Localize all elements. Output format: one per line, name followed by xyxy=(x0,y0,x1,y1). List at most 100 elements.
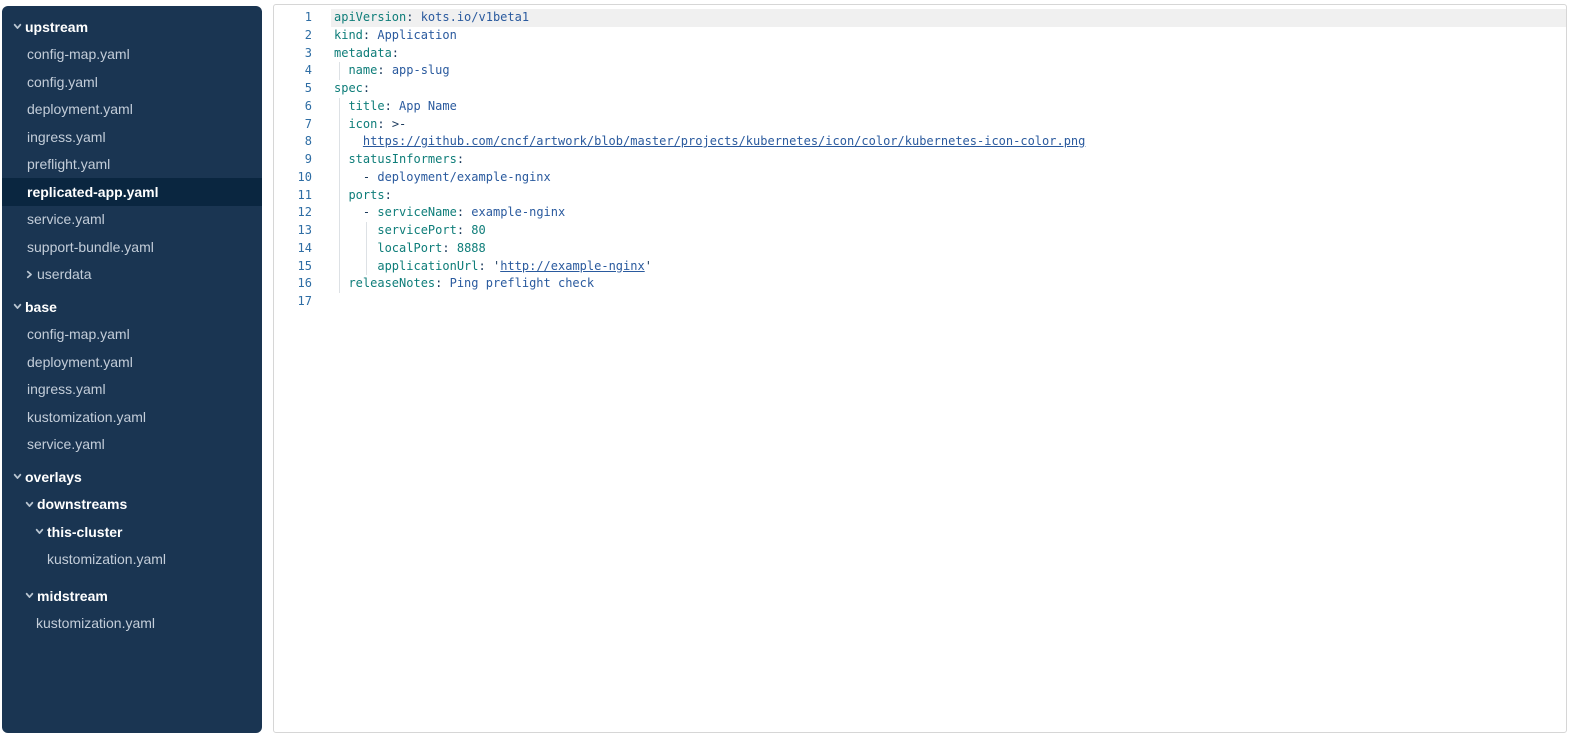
sidebar-item-midstream[interactable]: midstream xyxy=(2,582,262,610)
sidebar-item-deployment-yaml[interactable]: deployment.yaml xyxy=(2,96,262,124)
yaml-punctuation xyxy=(334,117,348,131)
file-label: service.yaml xyxy=(27,211,105,227)
yaml-punctuation: ' xyxy=(645,259,652,273)
code-content: title: App Name xyxy=(331,98,1566,116)
sidebar-item-kustomization-yaml[interactable]: kustomization.yaml xyxy=(2,403,262,431)
sidebar-item-ingress-yaml[interactable]: ingress.yaml xyxy=(2,123,262,151)
file-label: config-map.yaml xyxy=(27,46,130,62)
code-line[interactable]: 14 localPort: 8888 xyxy=(274,240,1566,258)
folder-label: downstreams xyxy=(37,496,127,512)
code-line[interactable]: 2kind: Application xyxy=(274,27,1566,45)
code-editor[interactable]: 1apiVersion: kots.io/v1beta12kind: Appli… xyxy=(273,4,1567,733)
code-line[interactable]: 5spec: xyxy=(274,80,1566,98)
url-link[interactable]: http://example-nginx xyxy=(500,259,645,273)
indent-guide xyxy=(366,240,367,258)
sidebar-item-kustomization-yaml[interactable]: kustomization.yaml xyxy=(2,610,262,638)
indent-guide xyxy=(339,258,340,276)
yaml-punctuation: - xyxy=(334,170,377,184)
sidebar-item-config-map-yaml[interactable]: config-map.yaml xyxy=(2,41,262,69)
code-content: metadata: xyxy=(331,45,1566,63)
yaml-key: releaseNotes xyxy=(348,276,435,290)
code-line[interactable]: 1apiVersion: kots.io/v1beta1 xyxy=(274,9,1566,27)
yaml-punctuation: : xyxy=(377,117,391,131)
yaml-value: example-nginx xyxy=(471,205,565,219)
chevron-down-icon[interactable] xyxy=(12,301,25,312)
indent-guide xyxy=(339,62,340,80)
sidebar-item-ingress-yaml[interactable]: ingress.yaml xyxy=(2,376,262,404)
code-line[interactable]: 8 https://github.com/cncf/artwork/blob/m… xyxy=(274,133,1566,151)
yaml-punctuation xyxy=(334,259,377,273)
yaml-key: ports xyxy=(348,188,384,202)
sidebar-item-base[interactable]: base xyxy=(2,293,262,321)
code-content: servicePort: 80 xyxy=(331,222,1566,240)
sidebar-item-deployment-yaml[interactable]: deployment.yaml xyxy=(2,348,262,376)
code-line[interactable]: 12 - serviceName: example-nginx xyxy=(274,204,1566,222)
line-number: 4 xyxy=(274,62,331,80)
file-label: ingress.yaml xyxy=(27,129,106,145)
code-content: statusInformers: xyxy=(331,151,1566,169)
line-number: 15 xyxy=(274,258,331,276)
sidebar-item-replicated-app-yaml[interactable]: replicated-app.yaml xyxy=(2,178,262,206)
file-label: service.yaml xyxy=(27,436,105,452)
code-line[interactable]: 15 applicationUrl: 'http://example-nginx… xyxy=(274,258,1566,276)
code-line[interactable]: 10 - deployment/example-nginx xyxy=(274,169,1566,187)
yaml-value: kots.io/v1beta1 xyxy=(421,10,529,24)
indent-guide xyxy=(366,258,367,276)
yaml-punctuation: : xyxy=(385,99,399,113)
sidebar-item-this-cluster[interactable]: this-cluster xyxy=(2,518,262,546)
file-label: ingress.yaml xyxy=(27,381,106,397)
sidebar-item-support-bundle-yaml[interactable]: support-bundle.yaml xyxy=(2,233,262,261)
code-line[interactable]: 4 name: app-slug xyxy=(274,62,1566,80)
sidebar-item-downstreams[interactable]: downstreams xyxy=(2,491,262,519)
line-number: 12 xyxy=(274,204,331,222)
file-label: deployment.yaml xyxy=(27,101,133,117)
indent-guide xyxy=(339,98,340,116)
indent-guide xyxy=(339,133,340,151)
sidebar-item-overlays[interactable]: overlays xyxy=(2,463,262,491)
yaml-key: spec xyxy=(334,81,363,95)
folder-label: userdata xyxy=(37,266,91,282)
yaml-punctuation: : xyxy=(479,259,493,273)
chevron-down-icon[interactable] xyxy=(24,499,37,510)
code-line[interactable]: 17 xyxy=(274,293,1566,311)
sidebar-item-userdata[interactable]: userdata xyxy=(2,261,262,289)
code-line[interactable]: 3metadata: xyxy=(274,45,1566,63)
yaml-punctuation: : xyxy=(457,223,471,237)
indent-guide xyxy=(339,169,340,187)
chevron-down-icon[interactable] xyxy=(24,590,37,601)
sidebar-item-service-yaml[interactable]: service.yaml xyxy=(2,431,262,459)
indent-guide xyxy=(339,222,340,240)
yaml-value: deployment/example-nginx xyxy=(377,170,550,184)
file-label: config.yaml xyxy=(27,74,98,90)
yaml-punctuation: : xyxy=(435,276,449,290)
code-line[interactable]: 6 title: App Name xyxy=(274,98,1566,116)
code-line[interactable]: 9 statusInformers: xyxy=(274,151,1566,169)
code-line[interactable]: 13 servicePort: 80 xyxy=(274,222,1566,240)
yaml-punctuation: : xyxy=(363,28,377,42)
yaml-key: localPort xyxy=(377,241,442,255)
code-line[interactable]: 16 releaseNotes: Ping preflight check xyxy=(274,275,1566,293)
code-line[interactable]: 7 icon: >- xyxy=(274,116,1566,134)
sidebar-item-upstream[interactable]: upstream xyxy=(2,13,262,41)
sidebar-item-preflight-yaml[interactable]: preflight.yaml xyxy=(2,151,262,179)
url-link[interactable]: https://github.com/cncf/artwork/blob/mas… xyxy=(363,134,1085,148)
line-number: 17 xyxy=(274,293,331,311)
sidebar-item-config-yaml[interactable]: config.yaml xyxy=(2,68,262,96)
yaml-key: name xyxy=(348,63,377,77)
yaml-punctuation: : xyxy=(385,188,392,202)
yaml-punctuation xyxy=(334,63,348,77)
code-line[interactable]: 11 ports: xyxy=(274,187,1566,205)
indent-guide xyxy=(339,240,340,258)
sidebar-item-service-yaml[interactable]: service.yaml xyxy=(2,206,262,234)
sidebar-item-config-map-yaml[interactable]: config-map.yaml xyxy=(2,321,262,349)
line-number: 16 xyxy=(274,275,331,293)
sidebar-item-kustomization-yaml[interactable]: kustomization.yaml xyxy=(2,546,262,574)
chevron-down-icon[interactable] xyxy=(12,21,25,32)
chevron-down-icon[interactable] xyxy=(12,471,25,482)
code-lines-container: 1apiVersion: kots.io/v1beta12kind: Appli… xyxy=(274,9,1566,311)
code-content: - serviceName: example-nginx xyxy=(331,204,1566,222)
chevron-down-icon[interactable] xyxy=(34,526,47,537)
chevron-right-icon[interactable] xyxy=(24,269,37,280)
yaml-punctuation: : xyxy=(457,205,471,219)
yaml-punctuation: : xyxy=(392,46,399,60)
